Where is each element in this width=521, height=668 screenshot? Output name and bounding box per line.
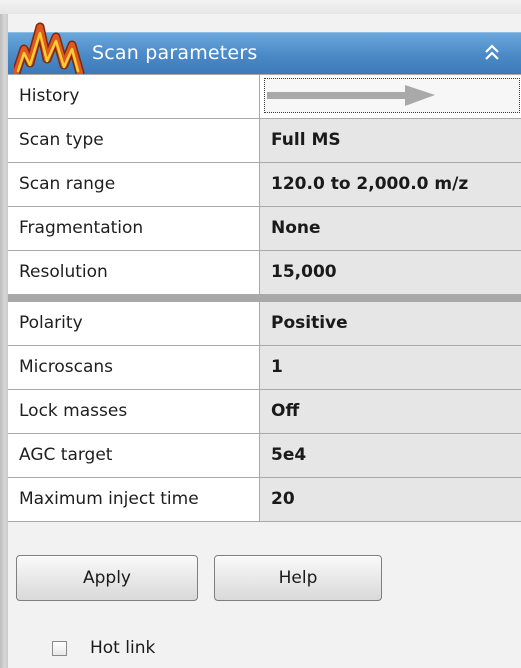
row-label: Fragmentation xyxy=(8,207,260,250)
row-maximum-inject-time: Maximum inject time 20 xyxy=(8,478,521,522)
agc-target-value[interactable]: 5e4 xyxy=(260,434,521,477)
arrow-right-icon xyxy=(267,85,435,106)
help-button[interactable]: Help xyxy=(214,555,382,601)
row-label: Microscans xyxy=(8,346,260,389)
row-fragmentation: Fragmentation None xyxy=(8,207,521,251)
scan-parameters-window: Scan parameters History Scan type Full M… xyxy=(0,0,521,668)
scan-parameters-panel: Scan parameters History Scan type Full M… xyxy=(8,14,521,668)
row-label: History xyxy=(8,75,260,118)
resolution-value[interactable]: 15,000 xyxy=(260,251,521,294)
lock-masses-value[interactable]: Off xyxy=(260,390,521,433)
row-scan-range: Scan range 120.0 to 2,000.0 m/z xyxy=(8,163,521,207)
polarity-value[interactable]: Positive xyxy=(260,302,521,345)
panel-header[interactable]: Scan parameters xyxy=(8,22,521,75)
row-label: Maximum inject time xyxy=(8,478,260,521)
microscans-value[interactable]: 1 xyxy=(260,346,521,389)
row-history: History xyxy=(8,75,521,119)
row-label: Polarity xyxy=(8,302,260,345)
row-label: Scan range xyxy=(8,163,260,206)
row-polarity: Polarity Positive xyxy=(8,295,521,346)
maximum-inject-time-value[interactable]: 20 xyxy=(260,478,521,521)
row-lock-masses: Lock masses Off xyxy=(8,390,521,434)
history-dropdown[interactable] xyxy=(264,78,520,113)
parameters-grid: History Scan type Full MS Scan range 120… xyxy=(8,74,521,522)
row-resolution: Resolution 15,000 xyxy=(8,251,521,295)
action-buttons: Apply Help xyxy=(8,555,521,609)
row-label: Scan type xyxy=(8,119,260,162)
row-microscans: Microscans 1 xyxy=(8,346,521,390)
double-chevron-up-icon[interactable] xyxy=(483,43,501,63)
fragmentation-value[interactable]: None xyxy=(260,207,521,250)
scan-type-value[interactable]: Full MS xyxy=(260,119,521,162)
panel-left-edge xyxy=(0,14,8,668)
panel-title: Scan parameters xyxy=(92,42,258,64)
row-label: AGC target xyxy=(8,434,260,477)
row-label: Lock masses xyxy=(8,390,260,433)
history-value-cell[interactable] xyxy=(260,75,521,118)
scan-range-value[interactable]: 120.0 to 2,000.0 m/z xyxy=(260,163,521,206)
apply-button[interactable]: Apply xyxy=(16,555,198,601)
hot-link-checkbox[interactable] xyxy=(52,641,67,656)
row-agc-target: AGC target 5e4 xyxy=(8,434,521,478)
spectrum-peaks-logo-icon xyxy=(14,22,85,75)
row-label: Resolution xyxy=(8,251,260,294)
hot-link-label: Hot link xyxy=(90,638,156,658)
window-top-strip xyxy=(0,0,521,14)
row-scan-type: Scan type Full MS xyxy=(8,119,521,163)
